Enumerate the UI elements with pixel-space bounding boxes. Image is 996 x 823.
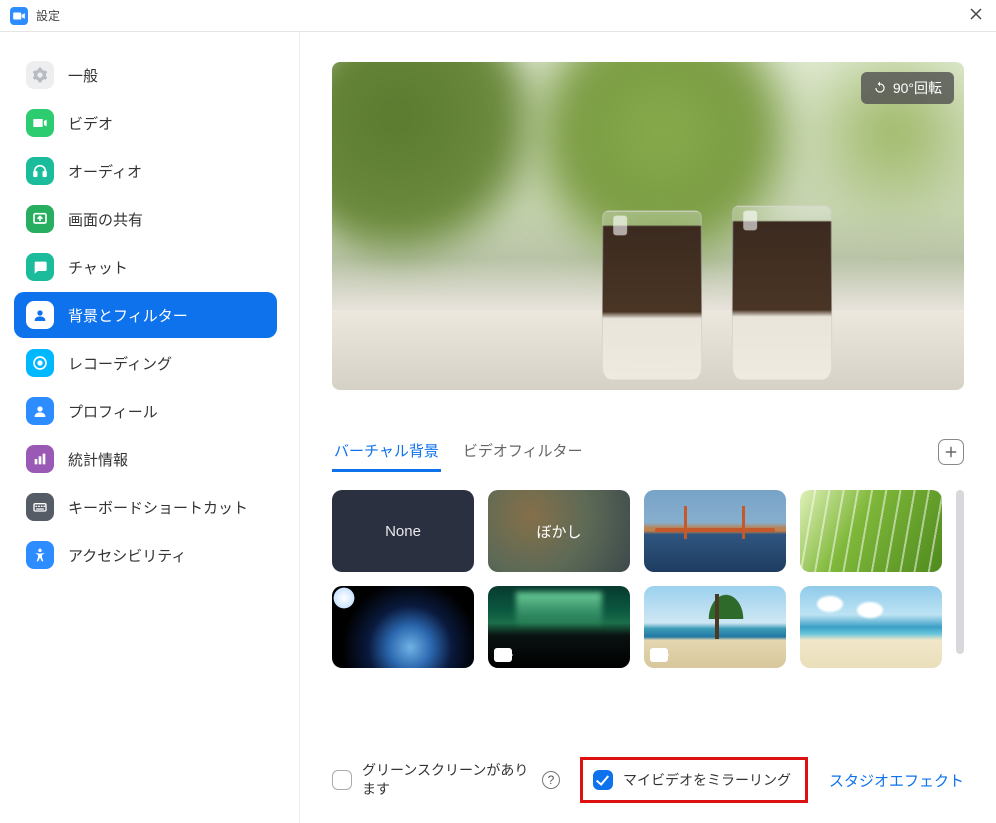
bg-none-label: None: [385, 523, 421, 540]
checkbox-checked-icon: [593, 770, 613, 790]
tabs-row: バーチャル背景 ビデオフィルター: [332, 432, 964, 472]
sidebar-item-audio[interactable]: オーディオ: [14, 148, 277, 194]
sidebar-item-label: オーディオ: [68, 161, 142, 182]
video-icon: [26, 109, 54, 137]
sidebar-item-screen-share[interactable]: 画面の共有: [14, 196, 277, 242]
titlebar: 設定: [0, 0, 996, 32]
rotate-icon: [873, 81, 887, 95]
bg-tile-aurora[interactable]: [488, 586, 630, 668]
sidebar-item-label: チャット: [68, 257, 128, 278]
sidebar-item-chat[interactable]: チャット: [14, 244, 277, 290]
sidebar-item-label: 画面の共有: [68, 209, 143, 230]
sidebar-item-label: プロフィール: [68, 401, 158, 422]
close-button[interactable]: [966, 3, 986, 29]
stats-icon: [26, 445, 54, 473]
sidebar-item-video[interactable]: ビデオ: [14, 100, 277, 146]
gear-icon: [26, 61, 54, 89]
bg-tile-bridge[interactable]: [644, 490, 786, 572]
person-bg-icon: [26, 301, 54, 329]
video-preview: 90°回転: [332, 62, 964, 390]
scrollbar[interactable]: [956, 490, 964, 654]
bg-blur-label: ぼかし: [536, 521, 581, 542]
sidebar-item-profile[interactable]: プロフィール: [14, 388, 277, 434]
sidebar-item-label: アクセシビリティ: [68, 545, 186, 566]
bg-tile-grass[interactable]: [800, 490, 942, 572]
mirror-video-label: マイビデオをミラーリング: [623, 771, 791, 790]
background-grid: None ぼかし: [332, 490, 964, 668]
tab-video-filters[interactable]: ビデオフィルター: [461, 432, 585, 472]
sidebar-item-label: レコーディング: [68, 353, 172, 374]
sidebar-item-background-filters[interactable]: 背景とフィルター: [14, 292, 277, 338]
sidebar-item-label: 背景とフィルター: [68, 305, 188, 326]
green-screen-label: グリーンスクリーンがあります: [362, 761, 532, 799]
share-screen-icon: [26, 205, 54, 233]
accessibility-icon: [26, 541, 54, 569]
green-screen-checkbox[interactable]: グリーンスクリーンがあります: [332, 761, 532, 799]
bg-tile-blur[interactable]: ぼかし: [488, 490, 630, 572]
zoom-app-icon: [10, 7, 28, 25]
window-title: 設定: [36, 7, 60, 24]
video-badge-icon: [650, 648, 668, 662]
headphone-icon: [26, 157, 54, 185]
checkbox-unchecked-icon: [332, 770, 352, 790]
sidebar-item-statistics[interactable]: 統計情報: [14, 436, 277, 482]
video-badge-icon: [494, 648, 512, 662]
plus-icon: [944, 445, 958, 459]
profile-icon: [26, 397, 54, 425]
main-content: 90°回転 バーチャル背景 ビデオフィルター None ぼかし: [300, 32, 996, 823]
bg-tile-earth[interactable]: [332, 586, 474, 668]
sidebar-item-accessibility[interactable]: アクセシビリティ: [14, 532, 277, 578]
bg-tile-beach[interactable]: [800, 586, 942, 668]
studio-effects-link[interactable]: スタジオエフェクト: [829, 770, 964, 791]
add-background-button[interactable]: [938, 439, 964, 465]
help-icon[interactable]: ?: [542, 771, 560, 789]
options-row: グリーンスクリーンがあります ? マイビデオをミラーリング スタジオエフェクト: [332, 733, 964, 803]
mirror-video-checkbox[interactable]: マイビデオをミラーリング: [593, 770, 791, 790]
sidebar-item-recording[interactable]: レコーディング: [14, 340, 277, 386]
bg-tile-palm[interactable]: [644, 586, 786, 668]
sidebar-item-keyboard-shortcuts[interactable]: キーボードショートカット: [14, 484, 277, 530]
tab-virtual-background[interactable]: バーチャル背景: [332, 432, 441, 472]
sidebar-item-label: ビデオ: [68, 113, 113, 134]
bg-tile-none[interactable]: None: [332, 490, 474, 572]
rotate-label: 90°回転: [893, 78, 942, 98]
sidebar-item-label: 統計情報: [68, 449, 128, 470]
settings-sidebar: 一般 ビデオ オーディオ 画面の共有 チャット 背景とフィルター: [0, 32, 300, 823]
sidebar-item-label: 一般: [68, 65, 98, 86]
sidebar-item-label: キーボードショートカット: [68, 497, 248, 518]
sidebar-item-general[interactable]: 一般: [14, 52, 277, 98]
chat-icon: [26, 253, 54, 281]
keyboard-icon: [26, 493, 54, 521]
record-icon: [26, 349, 54, 377]
mirror-video-highlight: マイビデオをミラーリング: [580, 757, 808, 803]
rotate-90-button[interactable]: 90°回転: [861, 72, 954, 104]
